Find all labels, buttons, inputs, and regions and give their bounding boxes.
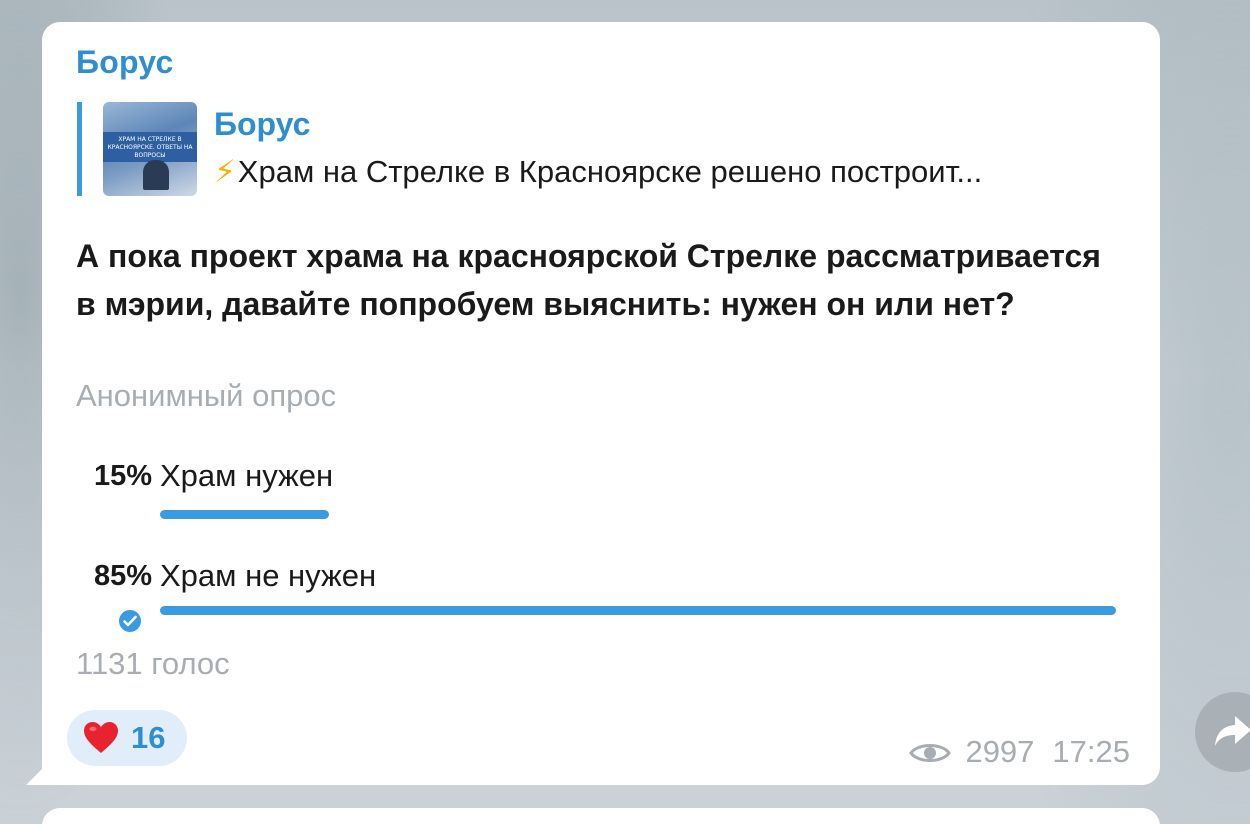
reply-thumbnail-text: ХРАМ НА СТРЕЛКЕ В КРАСНОЯРСКЕ. ОТВЕТЫ НА… [107, 136, 193, 159]
vote-count[interactable]: 1131 голос [76, 646, 230, 682]
reply-preview[interactable]: ХРАМ НА СТРЕЛКЕ В КРАСНОЯРСКЕ. ОТВЕТЫ НА… [77, 102, 1122, 196]
poll-option-percent: 85% [93, 560, 152, 592]
poll-option-bar [160, 606, 1116, 615]
poll-option[interactable]: 85% Храм не нужен [76, 556, 1126, 636]
reaction-count: 16 [131, 720, 166, 755]
reply-text: Храм на Стрелке в Красноярске решено пос… [237, 154, 983, 189]
lightning-icon: ⚡ [214, 154, 236, 189]
poll-option[interactable]: 15% Храм нужен [76, 456, 1126, 536]
reaction-heart[interactable]: 16 [67, 710, 187, 766]
poll-type: Анонимный опрос [76, 378, 337, 413]
poll-question: А пока проект храма на красноярской Стре… [76, 238, 1101, 322]
reply-text-line: ⚡Храм на Стрелке в Красноярске решено по… [214, 154, 982, 190]
next-message-bubble [42, 808, 1160, 824]
reply-thumbnail: ХРАМ НА СТРЕЛКЕ В КРАСНОЯРСКЕ. ОТВЕТЫ НА… [103, 102, 197, 196]
poll-option-bar [160, 510, 329, 519]
view-count: 2997 [965, 734, 1035, 769]
poll-option-label: Храм нужен [160, 458, 334, 493]
chosen-check-icon [116, 607, 144, 635]
message-bubble: Борус ХРАМ НА СТРЕЛКЕ В КРАСНОЯРСКЕ. ОТВ… [42, 22, 1160, 785]
message-meta: 2997 17:25 [908, 734, 1130, 774]
heart-icon [83, 721, 119, 760]
poll-option-label: Храм не нужен [160, 558, 377, 593]
message-time: 17:25 [1052, 734, 1130, 769]
message-author[interactable]: Борус [76, 44, 173, 81]
poll-option-percent: 15% [93, 460, 152, 492]
bubble-tail [26, 765, 46, 785]
eye-icon [908, 738, 960, 773]
share-button[interactable] [1195, 692, 1250, 772]
share-arrow-icon [1215, 716, 1250, 746]
reply-author: Борус [214, 106, 311, 142]
